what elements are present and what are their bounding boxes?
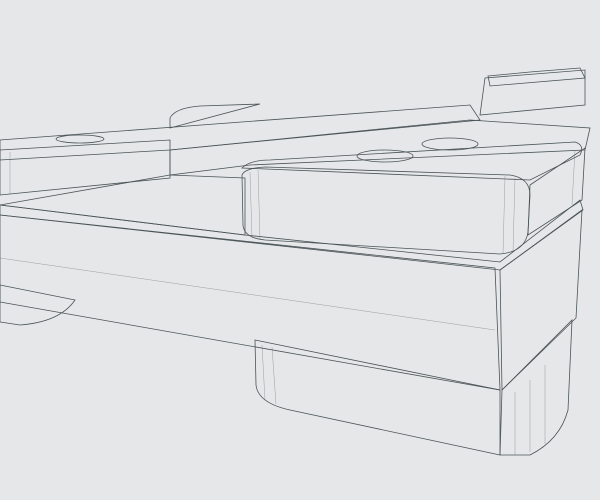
3d-model-render	[0, 0, 600, 500]
background	[0, 0, 600, 500]
